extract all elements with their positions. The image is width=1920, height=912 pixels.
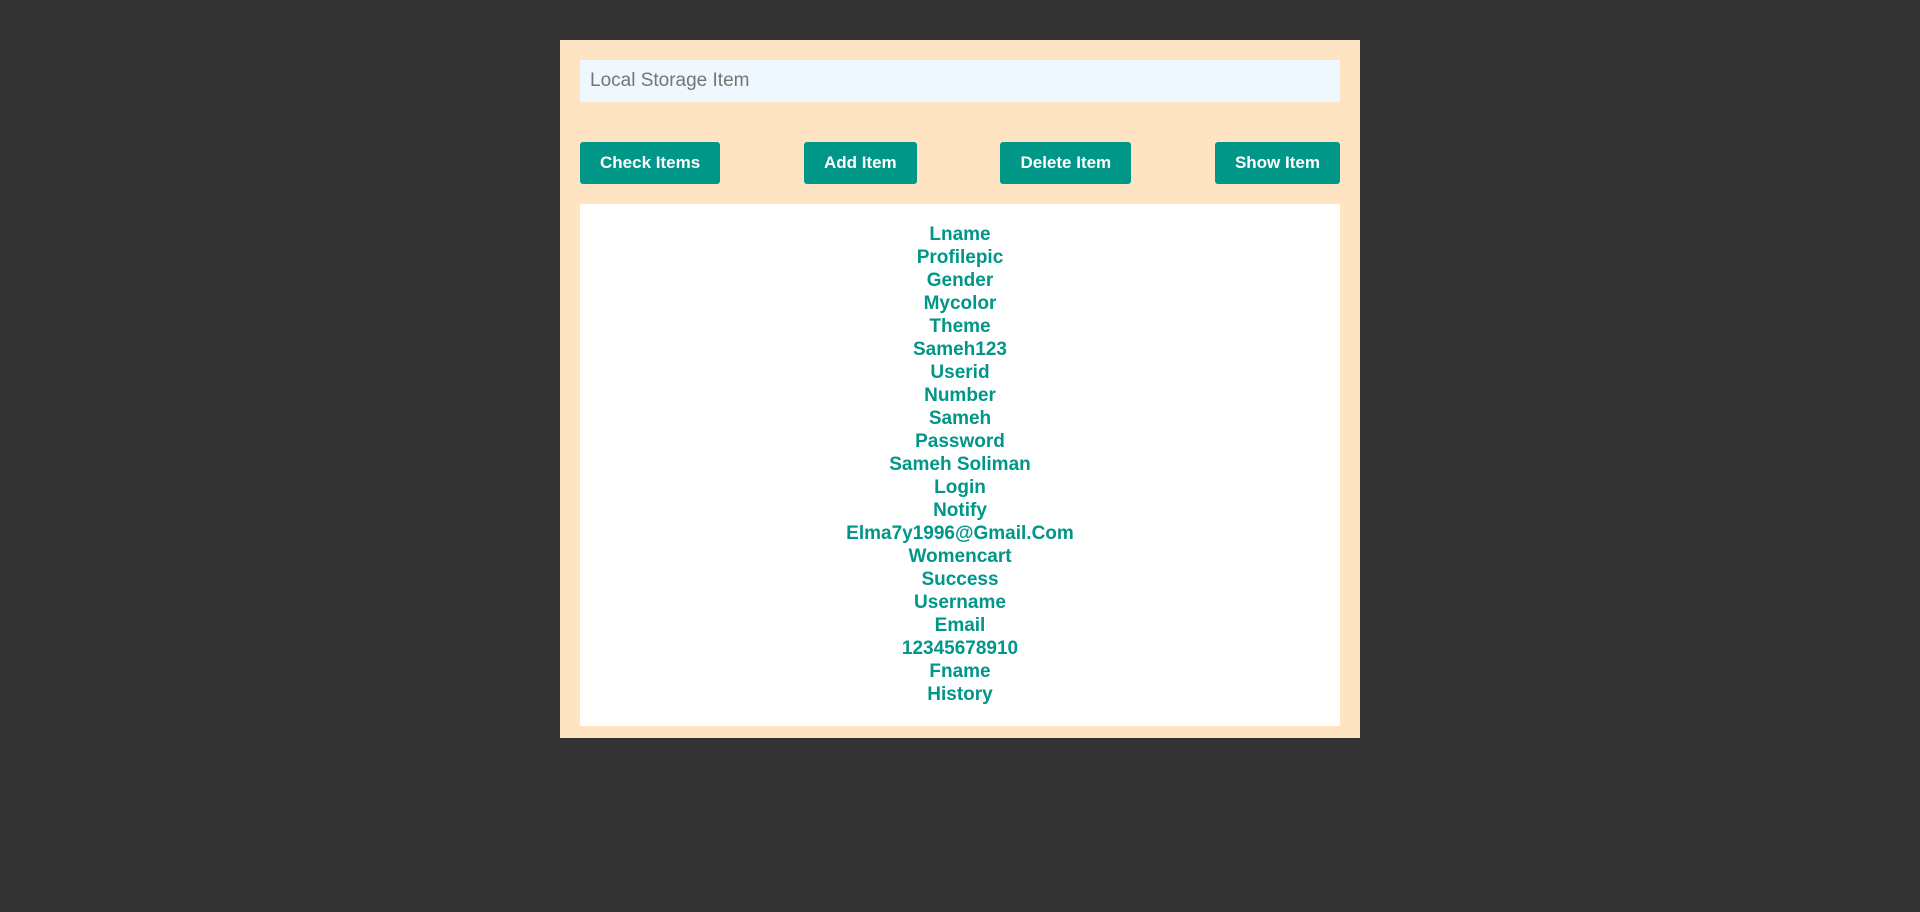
list-item: Userid	[930, 362, 990, 383]
list-item: Password	[915, 431, 1005, 452]
list-item: Fname	[929, 661, 991, 682]
list-item: Profilepic	[916, 247, 1004, 268]
list-item: Sameh	[928, 408, 992, 429]
list-item: Lname	[929, 224, 991, 245]
list-item: History	[927, 684, 993, 705]
list-item: Notify	[933, 500, 987, 521]
list-item: Mycolor	[923, 293, 997, 314]
list-item: Womencart	[908, 546, 1012, 567]
list-item: Sameh Soliman	[889, 454, 1031, 475]
show-item-button[interactable]: Show Item	[1214, 142, 1340, 184]
list-item: Theme	[929, 316, 991, 337]
delete-item-button[interactable]: Delete Item	[1000, 142, 1132, 184]
list-item: Login	[934, 477, 986, 498]
list-item: 12345678910	[901, 638, 1019, 659]
add-item-button[interactable]: Add Item	[803, 142, 917, 184]
list-item: Gender	[926, 270, 994, 291]
storage-panel: Check Items Add Item Delete Item Show It…	[560, 40, 1360, 738]
list-item: Sameh123	[912, 339, 1007, 360]
list-item: Email	[934, 615, 986, 636]
list-item: Username	[914, 592, 1006, 613]
results-list: Lname Profilepic Gender Mycolor Theme Sa…	[580, 204, 1340, 726]
list-item: Elma7y1996@Gmail.Com	[846, 523, 1074, 544]
list-item: Number	[924, 385, 996, 406]
list-item: Success	[921, 569, 999, 590]
check-items-button[interactable]: Check Items	[580, 142, 721, 184]
storage-item-input[interactable]	[580, 60, 1340, 102]
button-row: Check Items Add Item Delete Item Show It…	[580, 142, 1340, 184]
